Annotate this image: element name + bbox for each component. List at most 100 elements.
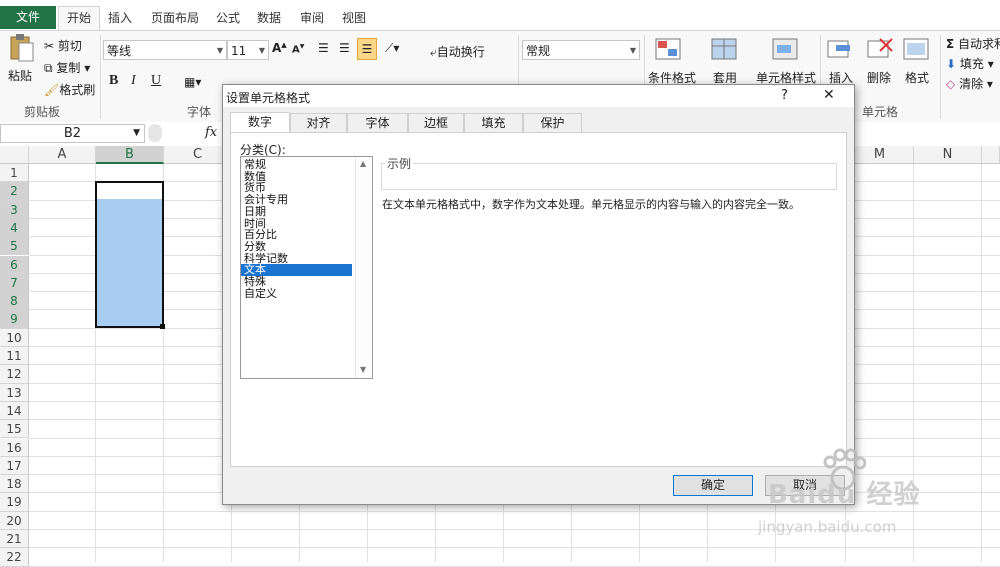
tab-review[interactable]: 审阅 [296,8,328,28]
chevron-up-icon[interactable]: ▲ [360,159,366,168]
bold-button[interactable]: B [109,73,118,89]
align-top-icon[interactable]: ☰ [318,41,329,55]
format-cells-icon[interactable] [902,37,932,63]
borders-button[interactable]: ▦▾ [184,75,201,89]
shrink-font-button[interactable]: A▼ [292,43,304,55]
baidu-watermark: Baidu 经验 jingyan.baidu.com [748,448,988,548]
font-size-combo[interactable]: 11 ▼ [227,40,269,60]
name-box[interactable]: B2 ▼ [0,124,145,143]
row-header[interactable]: 19 [0,493,29,512]
tab-home[interactable]: 开始 [58,6,100,32]
fill-handle[interactable] [160,324,165,329]
grow-font-button[interactable]: A▲ [272,41,287,55]
tab-font[interactable]: 字体 [347,113,408,132]
autosum-button[interactable]: Σ 自动求和 [946,35,1000,52]
ribbon-tab-bar: 文件 开始 插入 页面布局 公式 数据 审阅 视图 [0,0,1000,32]
column-header[interactable]: B [96,146,164,164]
column-header[interactable]: A [29,146,96,164]
row-header[interactable]: 20 [0,511,29,530]
copy-button[interactable]: ⧉ 复制 ▾ [44,59,90,76]
align-middle-icon[interactable]: ☰ [339,41,350,55]
underline-button[interactable]: U [151,73,161,89]
conditional-format-icon[interactable] [654,37,684,63]
fill-button[interactable]: ⬇ 填充 ▾ [946,55,994,72]
row-header[interactable]: 11 [0,347,29,366]
tab-data[interactable]: 数据 [253,8,285,28]
fx-icon[interactable]: fx [205,125,217,140]
format-cells-label[interactable]: 格式 [905,69,929,86]
format-painter-button[interactable]: 🖌格式刷 [44,81,95,98]
category-scrollbar[interactable]: ▲ ▼ [355,157,372,378]
clear-button[interactable]: ◇ 清除 ▾ [946,75,993,92]
category-list[interactable]: 常规 数值 货币 会计专用 日期 时间 百分比 分数 科学记数 文本 特殊 自定义 ▲ ▼ [240,156,373,379]
column-header[interactable] [982,146,1000,164]
sample-box [381,163,837,190]
row-header[interactable]: 5 [0,237,29,256]
delete-cells-label[interactable]: 删除 [867,69,891,86]
category-item[interactable]: 自定义 [244,287,352,300]
column-header[interactable]: N [914,146,982,164]
wrap-text-button[interactable]: ⤶自动换行 [430,43,485,60]
tab-page-layout[interactable]: 页面布局 [146,8,204,28]
chevron-down-icon[interactable]: ▼ [360,365,366,374]
tab-alignment[interactable]: 对齐 [290,113,347,132]
row-header[interactable]: 3 [0,200,29,219]
chevron-down-icon: ▼ [258,46,265,55]
row-header[interactable]: 1 [0,164,29,183]
row-header[interactable]: 22 [0,548,29,567]
row-header[interactable]: 17 [0,456,29,476]
align-bottom-icon[interactable]: ☰ [357,38,377,60]
paste-button[interactable]: 粘贴 [8,33,36,83]
row-header[interactable]: 15 [0,420,29,439]
cell-styles-icon[interactable] [771,37,801,63]
dialog-titlebar: 设置单元格格式 ? ✕ [223,85,854,107]
tab-insert[interactable]: 插入 [104,8,136,28]
wrap-text-label: 自动换行 [436,45,485,59]
row-header[interactable]: 16 [0,438,29,457]
table-format-icon[interactable] [710,37,740,63]
row-header[interactable]: 21 [0,530,29,549]
italic-button[interactable]: I [131,73,136,89]
wrap-text-icon: ⤶ [430,45,437,59]
row-header[interactable]: 9 [0,310,29,329]
tab-file[interactable]: 文件 [0,6,56,29]
copy-label: 复制 [56,61,81,75]
row-header[interactable]: 14 [0,401,29,421]
row-header[interactable]: 2 [0,182,29,201]
column-header[interactable]: M [846,146,914,164]
row-header[interactable]: 18 [0,475,29,494]
orientation-icon[interactable]: ⟋▾ [385,41,399,56]
category-item[interactable]: 日期 [244,205,352,218]
formula-bar-divider [148,124,162,142]
row-header[interactable]: 10 [0,328,29,347]
number-format-combo[interactable]: 常规 ▼ [522,40,640,60]
tab-fill[interactable]: 填充 [464,113,523,132]
cut-label: 剪切 [57,39,82,53]
tab-formulas[interactable]: 公式 [212,8,244,28]
cut-button[interactable]: ✂ 剪切 [44,37,82,54]
number-tab-panel: 分类(C): 常规 数值 货币 会计专用 日期 时间 百分比 分数 科学记数 文本 特殊 自定义 ▲ … [230,132,847,467]
eraser-icon: ◇ [946,77,956,91]
tab-border[interactable]: 边框 [408,113,464,132]
row-header[interactable]: 4 [0,218,29,238]
scissors-icon: ✂ [44,39,55,53]
separator [100,35,101,119]
close-icon[interactable]: ✕ [823,87,835,103]
ok-button[interactable]: 确定 [673,475,753,496]
row-header[interactable]: 6 [0,255,29,274]
help-button[interactable]: ? [781,88,788,103]
delete-cells-icon[interactable] [866,37,896,63]
tab-number[interactable]: 数字 [230,112,290,133]
watermark-brand: Baidu 经验 [768,480,921,510]
select-all-corner[interactable] [0,146,29,164]
tab-protection[interactable]: 保护 [523,113,582,132]
watermark-url: jingyan.baidu.com [758,518,897,536]
row-header[interactable]: 13 [0,383,29,402]
row-header[interactable]: 8 [0,292,29,311]
row-header[interactable]: 7 [0,273,29,293]
fill-down-icon: ⬇ [946,57,957,71]
row-header[interactable]: 12 [0,365,29,384]
insert-cells-icon[interactable] [826,37,856,63]
tab-view[interactable]: 视图 [338,8,370,28]
font-name-combo[interactable]: 等线 ▼ [103,40,227,60]
